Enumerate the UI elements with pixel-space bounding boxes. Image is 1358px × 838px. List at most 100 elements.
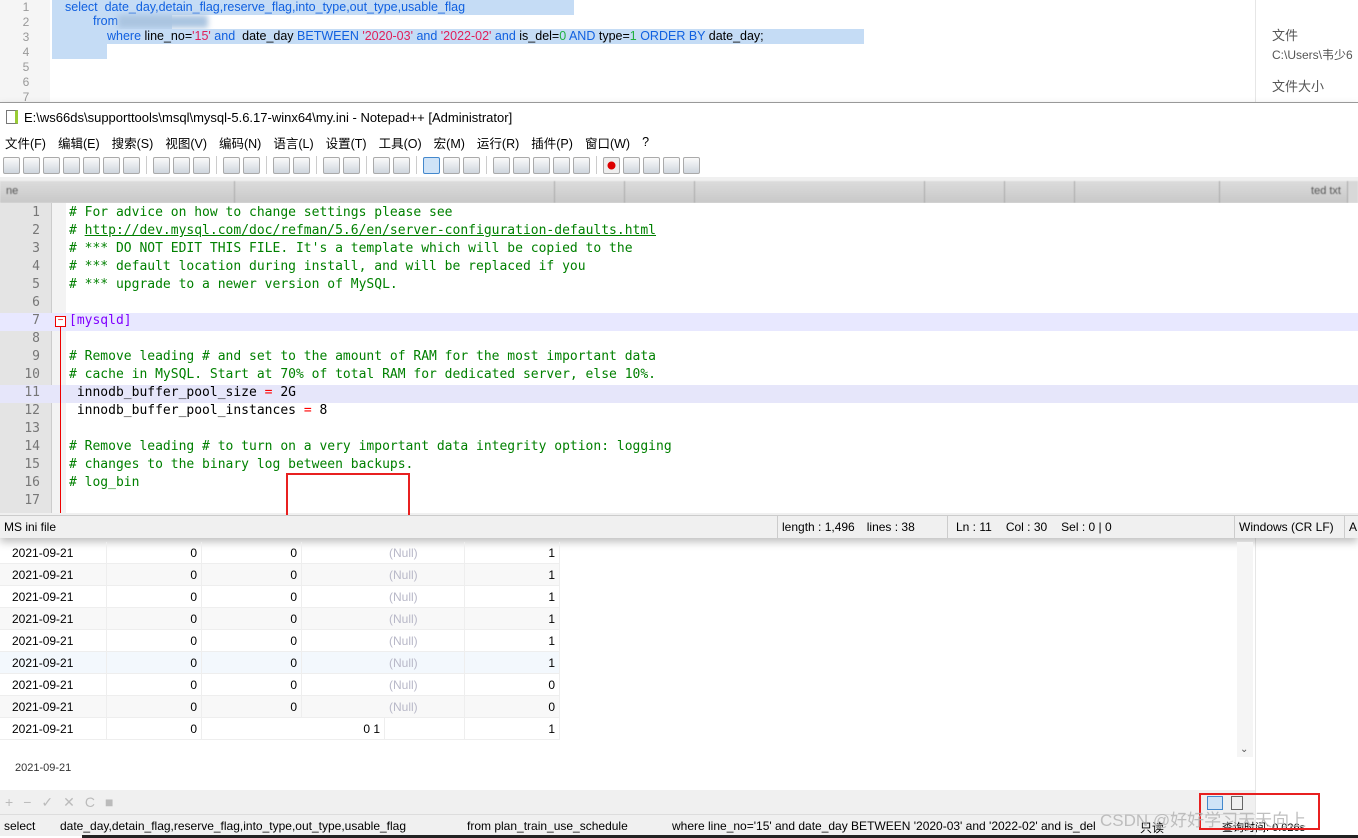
table-cell[interactable]: 0 (107, 608, 202, 630)
table-cell[interactable]: (Null) (385, 542, 465, 564)
table-cell[interactable]: 0 (202, 542, 302, 564)
table-cell[interactable]: 0 (202, 674, 302, 696)
print-icon[interactable] (123, 156, 140, 174)
table-row[interactable]: 2021-09-21 0 0 (Null) 1 (0, 608, 560, 630)
table-cell[interactable]: 2021-09-21 (8, 630, 107, 652)
table-cell[interactable]: (Null) (385, 586, 465, 608)
table-cell[interactable]: 1 (465, 564, 560, 586)
save-all-icon[interactable] (63, 156, 80, 174)
menu-item[interactable]: 插件(P) (526, 133, 580, 152)
table-cell[interactable]: 0 (107, 542, 202, 564)
menu-item[interactable]: 文件(F) (0, 133, 53, 152)
file-tab[interactable] (925, 181, 1005, 203)
file-tab[interactable] (1005, 181, 1075, 203)
monitor-icon[interactable] (573, 156, 590, 174)
paste-icon[interactable] (193, 156, 210, 174)
table-cell[interactable]: 2021-09-21 (8, 608, 107, 630)
redo-icon[interactable] (243, 156, 260, 174)
table-cell[interactable]: 1 (465, 542, 560, 564)
file-tab[interactable]: ne (0, 181, 235, 203)
zoom-out-icon[interactable] (343, 156, 360, 174)
table-cell[interactable]: 2021-09-21 (8, 586, 107, 608)
fold-collapse-icon[interactable]: − (55, 316, 66, 327)
table-cell[interactable]: 2021-09-21 (8, 718, 107, 740)
grid-toolbar-button[interactable]: + (5, 794, 13, 810)
table-row[interactable]: 2021-09-21 0 0 (Null) 1 (0, 542, 560, 564)
table-cell[interactable]: 2021-09-21 (8, 696, 107, 718)
eol-format[interactable]: Windows (CR LF) (1235, 516, 1345, 538)
close-icon[interactable] (83, 156, 100, 174)
table-row[interactable]: 2021-09-21 0 0 (Null) 1 (0, 630, 560, 652)
table-row[interactable]: 2021-09-21 0 0 (Null) 1 (0, 564, 560, 586)
menu-item[interactable]: 编辑(E) (53, 133, 107, 152)
table-cell[interactable]: 1 (465, 586, 560, 608)
udl-icon[interactable] (493, 156, 510, 174)
table-cell[interactable]: 2021-09-21 (8, 564, 107, 586)
replace-icon[interactable] (293, 156, 310, 174)
grid-toolbar-button[interactable]: − (23, 794, 31, 810)
table-cell[interactable]: 1 (465, 718, 560, 740)
table-cell[interactable]: (Null) (385, 608, 465, 630)
menu-item[interactable]: 窗口(W) (580, 133, 637, 152)
folder-workspace-icon[interactable] (553, 156, 570, 174)
table-cell[interactable]: 0 (202, 586, 302, 608)
zoom-in-icon[interactable] (323, 156, 340, 174)
table-row[interactable]: 2021-09-21 0 0 (Null) 1 (0, 586, 560, 608)
menu-item[interactable]: 搜索(S) (107, 133, 161, 152)
function-list-icon[interactable] (533, 156, 550, 174)
table-cell[interactable]: 0 (465, 674, 560, 696)
text-editor[interactable]: 1 # For advice on how to change settings … (0, 203, 1358, 527)
table-cell[interactable]: 2021-09-21 (8, 674, 107, 696)
indent-guide-icon[interactable] (463, 156, 480, 174)
file-tab[interactable] (1075, 181, 1220, 203)
menu-item[interactable]: ? (637, 135, 656, 149)
encoding[interactable]: A (1345, 516, 1357, 538)
grid-scrollbar[interactable]: ⌄ (1237, 542, 1253, 757)
table-cell[interactable] (385, 718, 465, 740)
doc-map-icon[interactable] (513, 156, 530, 174)
table-cell[interactable]: 0 (107, 630, 202, 652)
file-tab[interactable] (695, 181, 925, 203)
file-tab[interactable]: ted txt (1220, 181, 1348, 203)
grid-toolbar-button[interactable]: ■ (105, 794, 113, 810)
copy-icon[interactable] (173, 156, 190, 174)
play-macro-icon[interactable] (643, 156, 660, 174)
sync-vertical-icon[interactable] (373, 156, 390, 174)
menu-item[interactable]: 宏(M) (429, 133, 472, 152)
table-cell[interactable]: 0 (107, 564, 202, 586)
menu-item[interactable]: 视图(V) (160, 133, 214, 152)
table-cell[interactable]: (Null) (385, 652, 465, 674)
open-file-icon[interactable] (23, 156, 40, 174)
menu-item[interactable]: 设置(T) (321, 133, 374, 152)
table-cell[interactable]: (Null) (385, 674, 465, 696)
table-cell[interactable]: 1 (465, 630, 560, 652)
table-cell[interactable]: 0 (465, 696, 560, 718)
table-cell[interactable]: 0 (107, 586, 202, 608)
grid-toolbar-button[interactable]: ✕ (63, 794, 75, 811)
word-wrap-icon[interactable] (423, 156, 440, 174)
undo-icon[interactable] (223, 156, 240, 174)
table-cell[interactable]: (Null) (385, 630, 465, 652)
table-row[interactable]: 2021-09-21 0 0 (Null) 0 (0, 696, 560, 718)
save-icon[interactable] (43, 156, 60, 174)
grid-toolbar-button[interactable]: ✓ (41, 794, 53, 811)
table-cell[interactable]: 0 (107, 696, 202, 718)
menu-item[interactable]: 运行(R) (472, 133, 526, 152)
find-icon[interactable] (273, 156, 290, 174)
table-row[interactable]: 2021-09-21 0 0 (Null) 1 (0, 652, 560, 674)
table-cell[interactable]: 1 (465, 608, 560, 630)
table-cell[interactable]: 0 (107, 718, 202, 740)
close-all-icon[interactable] (103, 156, 120, 174)
table-cell[interactable]: 0 (202, 696, 302, 718)
record-macro-icon[interactable] (603, 156, 620, 174)
table-cell[interactable]: (Null) (385, 696, 465, 718)
table-cell[interactable]: 0 (107, 652, 202, 674)
new-file-icon[interactable] (3, 156, 20, 174)
table-cell[interactable]: 0 (107, 674, 202, 696)
table-cell[interactable]: 0 (202, 630, 302, 652)
cut-icon[interactable] (153, 156, 170, 174)
file-tab[interactable] (625, 181, 695, 203)
menu-item[interactable]: 工具(O) (374, 133, 429, 152)
show-all-chars-icon[interactable] (443, 156, 460, 174)
config-link[interactable]: http://dev.mysql.com/doc/refman/5.6/en/s… (85, 223, 656, 238)
